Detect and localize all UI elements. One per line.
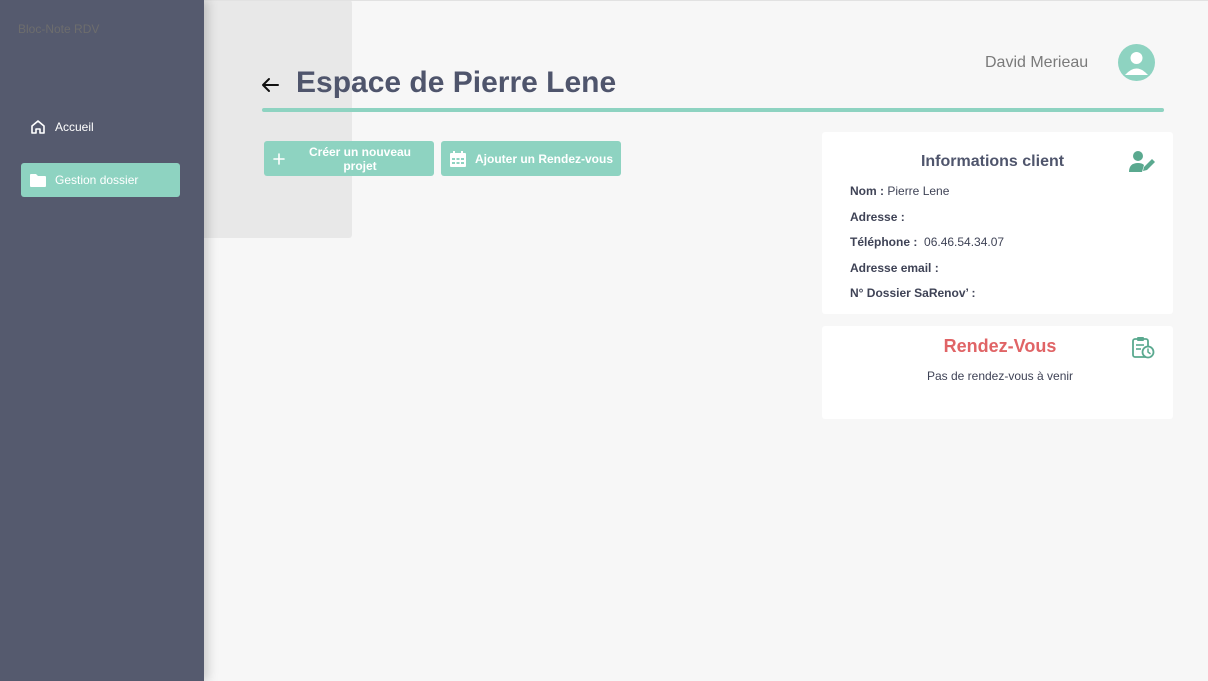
sidebar-item-gestion-dossier[interactable]: Gestion dossier — [21, 163, 180, 197]
avatar[interactable] — [1118, 44, 1155, 81]
user-icon — [1125, 52, 1148, 75]
sidebar-item-label: Gestion dossier — [55, 173, 139, 187]
add-rdv-button[interactable]: Ajouter un Rendez-vous — [441, 141, 621, 176]
info-nom: Nom : Pierre Lene — [850, 184, 950, 198]
plus-icon — [272, 152, 286, 166]
user-edit-icon[interactable] — [1129, 150, 1157, 174]
title-underline — [262, 108, 1164, 112]
user-name: David Merieau — [985, 54, 1089, 71]
info-adresse: Adresse : — [850, 210, 905, 224]
rendezvous-title: Rendez-Vous — [943, 336, 1057, 356]
home-icon — [29, 118, 47, 136]
clipboard-clock-icon[interactable] — [1131, 336, 1155, 360]
new-project-label: Créer un nouveau projet — [308, 144, 412, 173]
info-dossier: N° Dossier SaRenov’ : — [850, 286, 976, 300]
rendezvous-card: Rendez-Vous Pas de rendez-vous à venir — [822, 326, 1173, 419]
rendezvous-empty-text: Pas de rendez-vous à venir — [926, 369, 1074, 383]
folder-icon — [29, 171, 47, 189]
info-email: Adresse email : — [850, 261, 939, 275]
top-border — [204, 0, 1208, 1]
info-telephone: Téléphone : 06.46.54.34.07 — [850, 235, 1005, 249]
new-project-button[interactable]: Créer un nouveau projet — [264, 141, 434, 176]
add-rdv-label: Ajouter un Rendez-vous — [475, 151, 614, 166]
client-info-title: Informations client — [920, 153, 1065, 170]
sidebar: Accueil Gestion dossier — [0, 0, 204, 681]
sidebar-item-accueil[interactable]: Accueil — [21, 110, 180, 144]
sidebar-item-label: Accueil — [55, 120, 94, 134]
notes-placeholder: Bloc-Note RDV — [18, 22, 100, 36]
client-info-card: Informations client Nom : Pierre Lene Ad… — [822, 132, 1173, 314]
page-title: Espace de Pierre Lene — [296, 66, 617, 99]
back-arrow-icon[interactable] — [259, 74, 281, 96]
calendar-icon — [449, 150, 467, 168]
